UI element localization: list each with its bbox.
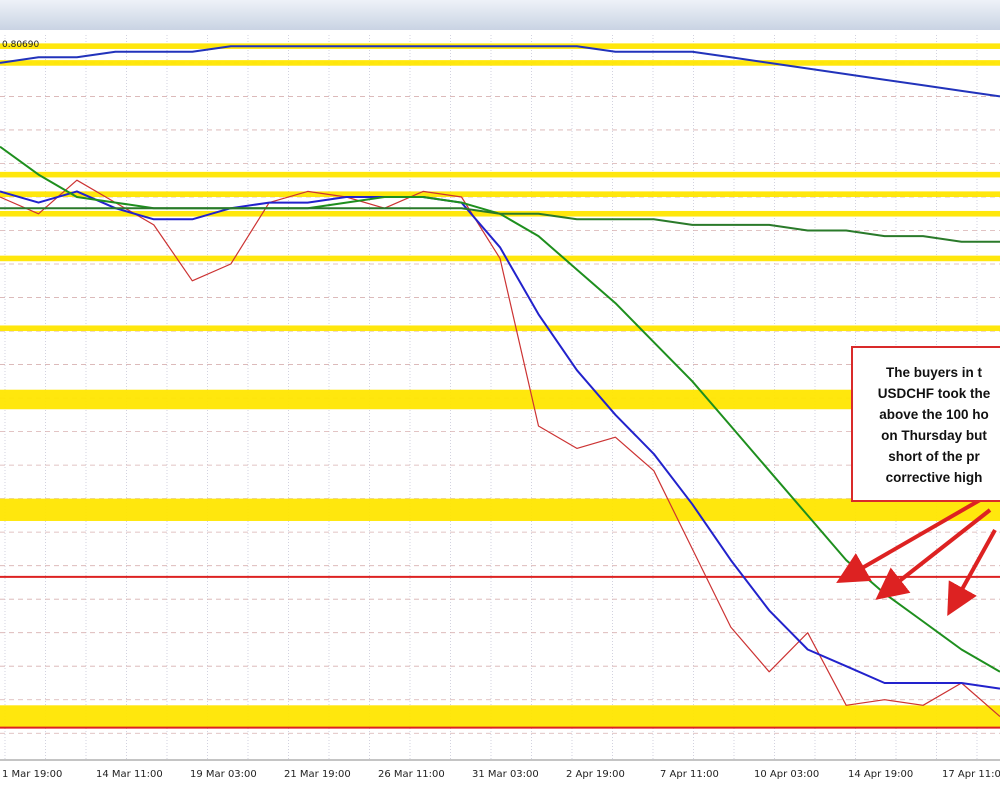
annotation-line: USDCHF took the: [877, 386, 991, 401]
plot-background: [0, 30, 1000, 800]
x-tick-label: 14 Apr 19:00: [848, 769, 913, 780]
yellow-zone: [0, 325, 1000, 332]
annotation-line: on Thursday but: [881, 428, 987, 443]
x-tick-label: 26 Mar 11:00: [378, 769, 445, 780]
x-tick-label: 1 Mar 19:00: [2, 769, 62, 780]
annotation-line: corrective high: [885, 470, 983, 485]
x-tick-label: 19 Mar 03:00: [190, 769, 257, 780]
x-tick-label: 7 Apr 11:00: [660, 769, 719, 780]
yellow-zone: [0, 60, 1000, 66]
yellow-zone: [0, 171, 1000, 178]
yellow-zone: [0, 498, 1000, 521]
annotation-line: short of the pr: [888, 449, 980, 464]
x-axis: 1 Mar 19:00 14 Mar 11:00 19 Mar 03:00 21 Ma…: [0, 759, 1000, 800]
x-axis-background: [0, 760, 1000, 800]
yellow-zone: [0, 389, 1000, 410]
x-tick-label: 21 Mar 19:00: [284, 769, 351, 780]
yellow-zone: [0, 191, 1000, 197]
chart-window: 1 Mar 19:00 14 Mar 11:00 19 Mar 03:00 21 Ma…: [0, 0, 1000, 800]
annotation-line: The buyers in t: [885, 365, 983, 380]
annotation-callout: The buyers in t USDCHF took the above the …: [851, 346, 1000, 502]
annotation-line: above the 100 ho: [879, 407, 989, 422]
x-tick-label: 17 Apr 11:00: [942, 769, 1000, 780]
price-chart[interactable]: 1 Mar 19:00 14 Mar 11:00 19 Mar 03:00 21 Ma…: [0, 30, 1000, 800]
yellow-zone: [0, 705, 1000, 728]
price-label: 0.80690: [2, 40, 40, 50]
window-titlebar: [0, 0, 1000, 31]
x-tick-label: 31 Mar 03:00: [472, 769, 539, 780]
x-tick-label: 2 Apr 19:00: [566, 769, 625, 780]
x-tick-label: 14 Mar 11:00: [96, 769, 163, 780]
x-tick-label: 10 Apr 03:00: [754, 769, 819, 780]
